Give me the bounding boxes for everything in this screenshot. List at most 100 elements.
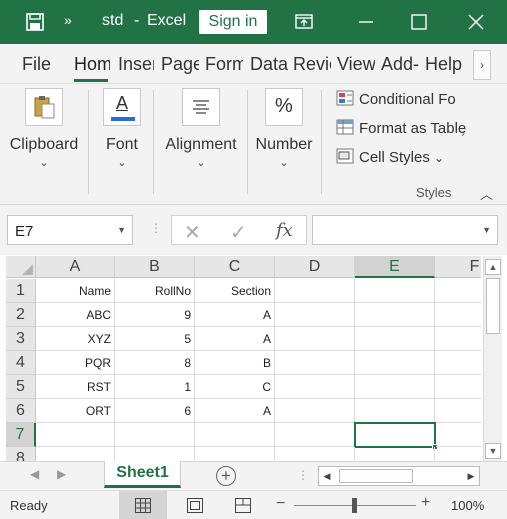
ribbon-display-options-icon[interactable] (294, 12, 314, 32)
font-button[interactable]: A (103, 88, 141, 126)
zoom-level[interactable]: 100% (451, 498, 484, 513)
column-header-f[interactable]: F (435, 256, 481, 278)
cell-d3[interactable] (275, 327, 355, 351)
row-header-5[interactable]: 5 (6, 375, 36, 399)
save-icon[interactable] (26, 13, 44, 31)
cell-a8[interactable] (36, 447, 115, 461)
scroll-left-icon[interactable]: ◀ (320, 468, 334, 484)
tab-data[interactable]: Data (250, 54, 288, 75)
cell-d4[interactable] (275, 351, 355, 375)
name-box[interactable]: E7 ▼ (7, 215, 133, 245)
cell-b3[interactable]: 5 (115, 327, 195, 351)
enter-icon[interactable]: ✓ (230, 220, 247, 245)
previous-sheet-icon[interactable]: ◀ (30, 467, 39, 481)
scroll-up-icon[interactable]: ▲ (485, 259, 501, 275)
tab-insert[interactable]: Inser (118, 54, 154, 75)
cell-b7[interactable] (115, 423, 195, 447)
cell-b8[interactable] (115, 447, 195, 461)
tab-view[interactable]: View (337, 54, 375, 75)
column-header-a[interactable]: A (36, 256, 115, 278)
cell-c4[interactable]: B (195, 351, 275, 375)
font-group[interactable]: A Font ⌄ (97, 84, 147, 169)
vertical-scrollbar[interactable]: ▲ ▼ (483, 256, 502, 461)
scroll-down-icon[interactable]: ▼ (485, 443, 501, 459)
row-header-1[interactable]: 1 (6, 279, 36, 303)
horizontal-scrollbar[interactable]: ◀ ▶ (318, 466, 480, 486)
cell-a2[interactable]: ABC (36, 303, 115, 327)
tab-help[interactable]: Help (425, 54, 465, 75)
horizontal-scroll-thumb[interactable] (339, 469, 413, 483)
normal-view-button[interactable] (119, 491, 167, 519)
cell-a1[interactable]: Name (36, 279, 115, 303)
row-header-8[interactable]: 8 (6, 447, 36, 461)
cell-c2[interactable]: A (195, 303, 275, 327)
cell-f3[interactable] (435, 327, 481, 351)
next-sheet-icon[interactable]: ▶ (57, 467, 66, 481)
alignment-button[interactable] (182, 88, 220, 126)
cancel-icon[interactable]: ✕ (184, 220, 201, 245)
cell-f7[interactable] (436, 423, 481, 447)
conditional-formatting-button[interactable]: Conditional Fo (336, 90, 456, 108)
expand-formula-bar-icon[interactable]: ▼ (482, 225, 491, 235)
cell-e4[interactable] (355, 351, 435, 375)
cell-a7[interactable] (36, 423, 115, 447)
column-header-d[interactable]: D (275, 256, 355, 278)
cell-e5[interactable] (355, 375, 435, 399)
cell-a5[interactable]: RST (36, 375, 115, 399)
cell-b6[interactable]: 6 (115, 399, 195, 423)
name-box-dropdown-icon[interactable]: ▼ (117, 225, 126, 235)
collapse-ribbon-icon[interactable]: ︿ (480, 184, 493, 203)
scroll-right-icon[interactable]: ▶ (464, 468, 478, 484)
number-group[interactable]: % Number ⌄ (254, 84, 314, 169)
cell-c6[interactable]: A (195, 399, 275, 423)
vertical-scroll-thumb[interactable] (486, 278, 500, 334)
cell-d8[interactable] (275, 447, 355, 461)
cell-b1[interactable]: RollNo (115, 279, 195, 303)
row-header-2[interactable]: 2 (6, 303, 36, 327)
column-header-c[interactable]: C (195, 256, 275, 278)
column-header-e[interactable]: E (355, 256, 435, 278)
formula-input[interactable]: ▼ (312, 215, 498, 245)
maximize-icon[interactable] (409, 12, 429, 32)
cell-f8[interactable] (435, 447, 481, 461)
row-header-3[interactable]: 3 (6, 327, 36, 351)
cell-c8[interactable] (195, 447, 275, 461)
cell-a6[interactable]: ORT (36, 399, 115, 423)
clipboard-button[interactable] (25, 88, 63, 126)
page-layout-view-button[interactable] (171, 491, 219, 519)
cell-e8[interactable] (355, 447, 435, 461)
worksheet-grid[interactable]: A B C D E F 1 2 3 4 5 6 7 8 Name RollNo … (0, 256, 481, 461)
tab-review[interactable]: Revie (293, 54, 331, 75)
sheet-tab-sheet1[interactable]: Sheet1 (104, 461, 181, 488)
add-sheet-icon[interactable]: + (216, 466, 236, 486)
cell-c7[interactable] (195, 423, 275, 447)
number-button[interactable]: % (265, 88, 303, 126)
cell-f6[interactable] (435, 399, 481, 423)
cell-b2[interactable]: 9 (115, 303, 195, 327)
page-break-view-button[interactable] (219, 491, 267, 519)
zoom-in-icon[interactable]: + (421, 494, 430, 512)
cell-f4[interactable] (435, 351, 481, 375)
ribbon-scroll-right-icon[interactable]: › (461, 126, 465, 140)
cell-a3[interactable]: XYZ (36, 327, 115, 351)
cell-styles-button[interactable]: Cell Styles ⌄ (336, 148, 444, 166)
cell-c1[interactable]: Section (195, 279, 275, 303)
cell-e6[interactable] (355, 399, 435, 423)
tab-home[interactable]: Hom (74, 54, 110, 75)
formula-bar-grip-icon[interactable]: ⋮ (150, 221, 162, 235)
cell-c5[interactable]: C (195, 375, 275, 399)
tab-split-grip-icon[interactable]: ⋮ (297, 468, 309, 482)
row-header-4[interactable]: 4 (6, 351, 36, 375)
cell-d6[interactable] (275, 399, 355, 423)
cell-f5[interactable] (435, 375, 481, 399)
cell-f2[interactable] (435, 303, 481, 327)
sign-in-button[interactable]: Sign in (199, 10, 267, 34)
cell-d7[interactable] (275, 423, 355, 447)
cell-d2[interactable] (275, 303, 355, 327)
clipboard-group[interactable]: Clipboard ⌄ (7, 84, 81, 169)
cell-e3[interactable] (355, 327, 435, 351)
close-icon[interactable] (466, 12, 486, 32)
cell-a4[interactable]: PQR (36, 351, 115, 375)
quick-access-more-icon[interactable]: » (64, 12, 72, 28)
insert-function-icon[interactable]: fx (276, 220, 293, 241)
